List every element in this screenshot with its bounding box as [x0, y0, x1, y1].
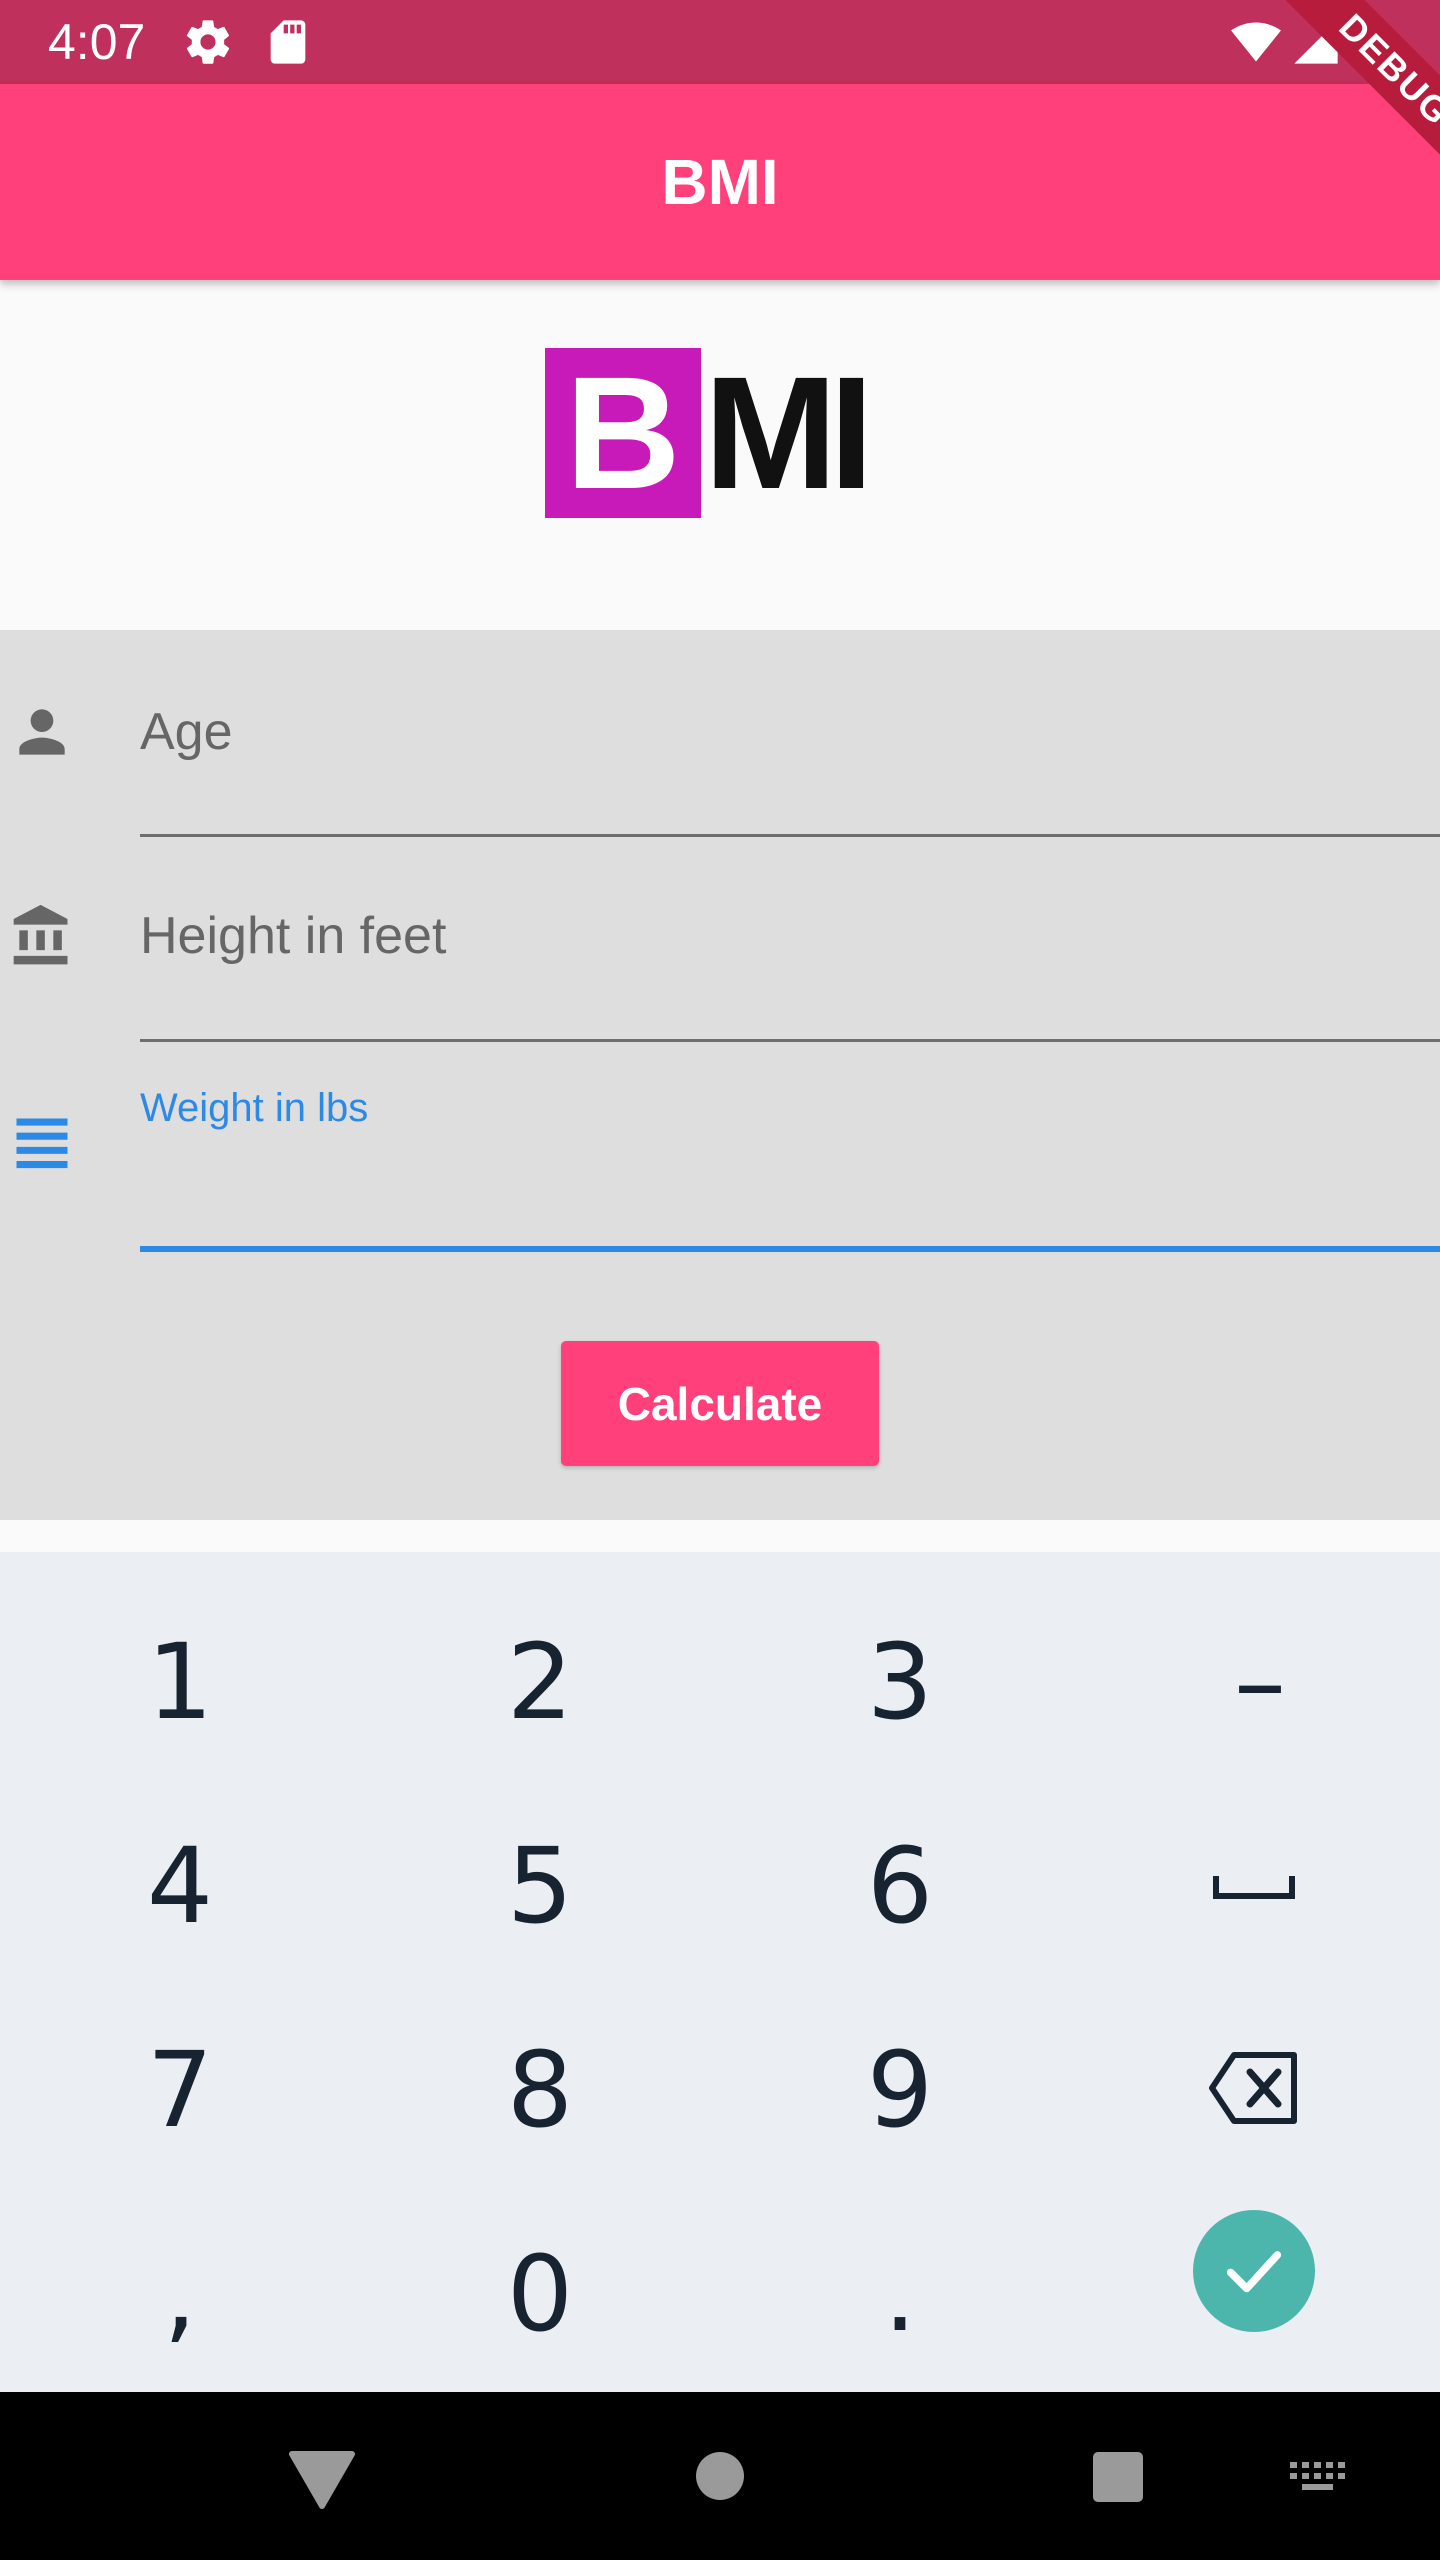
check-icon [1226, 2251, 1282, 2293]
height-underline [140, 1039, 1440, 1042]
home-icon[interactable] [694, 2450, 746, 2502]
recents-icon[interactable] [1091, 2450, 1145, 2504]
person-icon [19, 709, 65, 755]
app-title: BMI [661, 146, 779, 218]
weight-input-label: Weight in lbs [140, 1086, 369, 1130]
weight-underline [140, 1246, 1440, 1252]
calculate-button[interactable]: Calculate [561, 1341, 879, 1466]
gear-icon [186, 20, 230, 64]
key-8[interactable]: 8 [360, 1988, 720, 2192]
logo-letter-block: B [545, 348, 701, 518]
key-1[interactable]: 1 [0, 1580, 360, 1784]
back-icon[interactable] [288, 2448, 356, 2510]
key-4[interactable]: 4 [0, 1784, 360, 1988]
key-3[interactable]: 3 [720, 1580, 1080, 1784]
key-period[interactable]: . [720, 2192, 1080, 2396]
key-7[interactable]: 7 [0, 1988, 360, 2192]
logo-letters: MI [704, 343, 874, 522]
height-input[interactable]: Height in feet [140, 906, 446, 966]
age-underline [140, 834, 1440, 837]
key-comma[interactable]: , [0, 2192, 360, 2396]
key-6[interactable]: 6 [720, 1784, 1080, 1988]
key-0[interactable]: 0 [360, 2192, 720, 2396]
backspace-icon[interactable] [1208, 2050, 1300, 2126]
bank-icon [13, 904, 68, 965]
wifi-icon [1231, 22, 1281, 62]
keyboard-icon[interactable] [1290, 2462, 1348, 2492]
sd-card-icon [270, 20, 306, 64]
key-2[interactable]: 2 [360, 1580, 720, 1784]
key-dash[interactable]: – [1080, 1580, 1440, 1784]
key-5[interactable]: 5 [360, 1784, 720, 1988]
done-key[interactable] [1193, 2210, 1315, 2332]
lines-icon [16, 1118, 68, 1169]
key-space[interactable] [1212, 1872, 1296, 1902]
status-time: 4:07 [48, 14, 146, 70]
age-input[interactable]: Age [140, 702, 233, 762]
key-9[interactable]: 9 [720, 1988, 1080, 2192]
